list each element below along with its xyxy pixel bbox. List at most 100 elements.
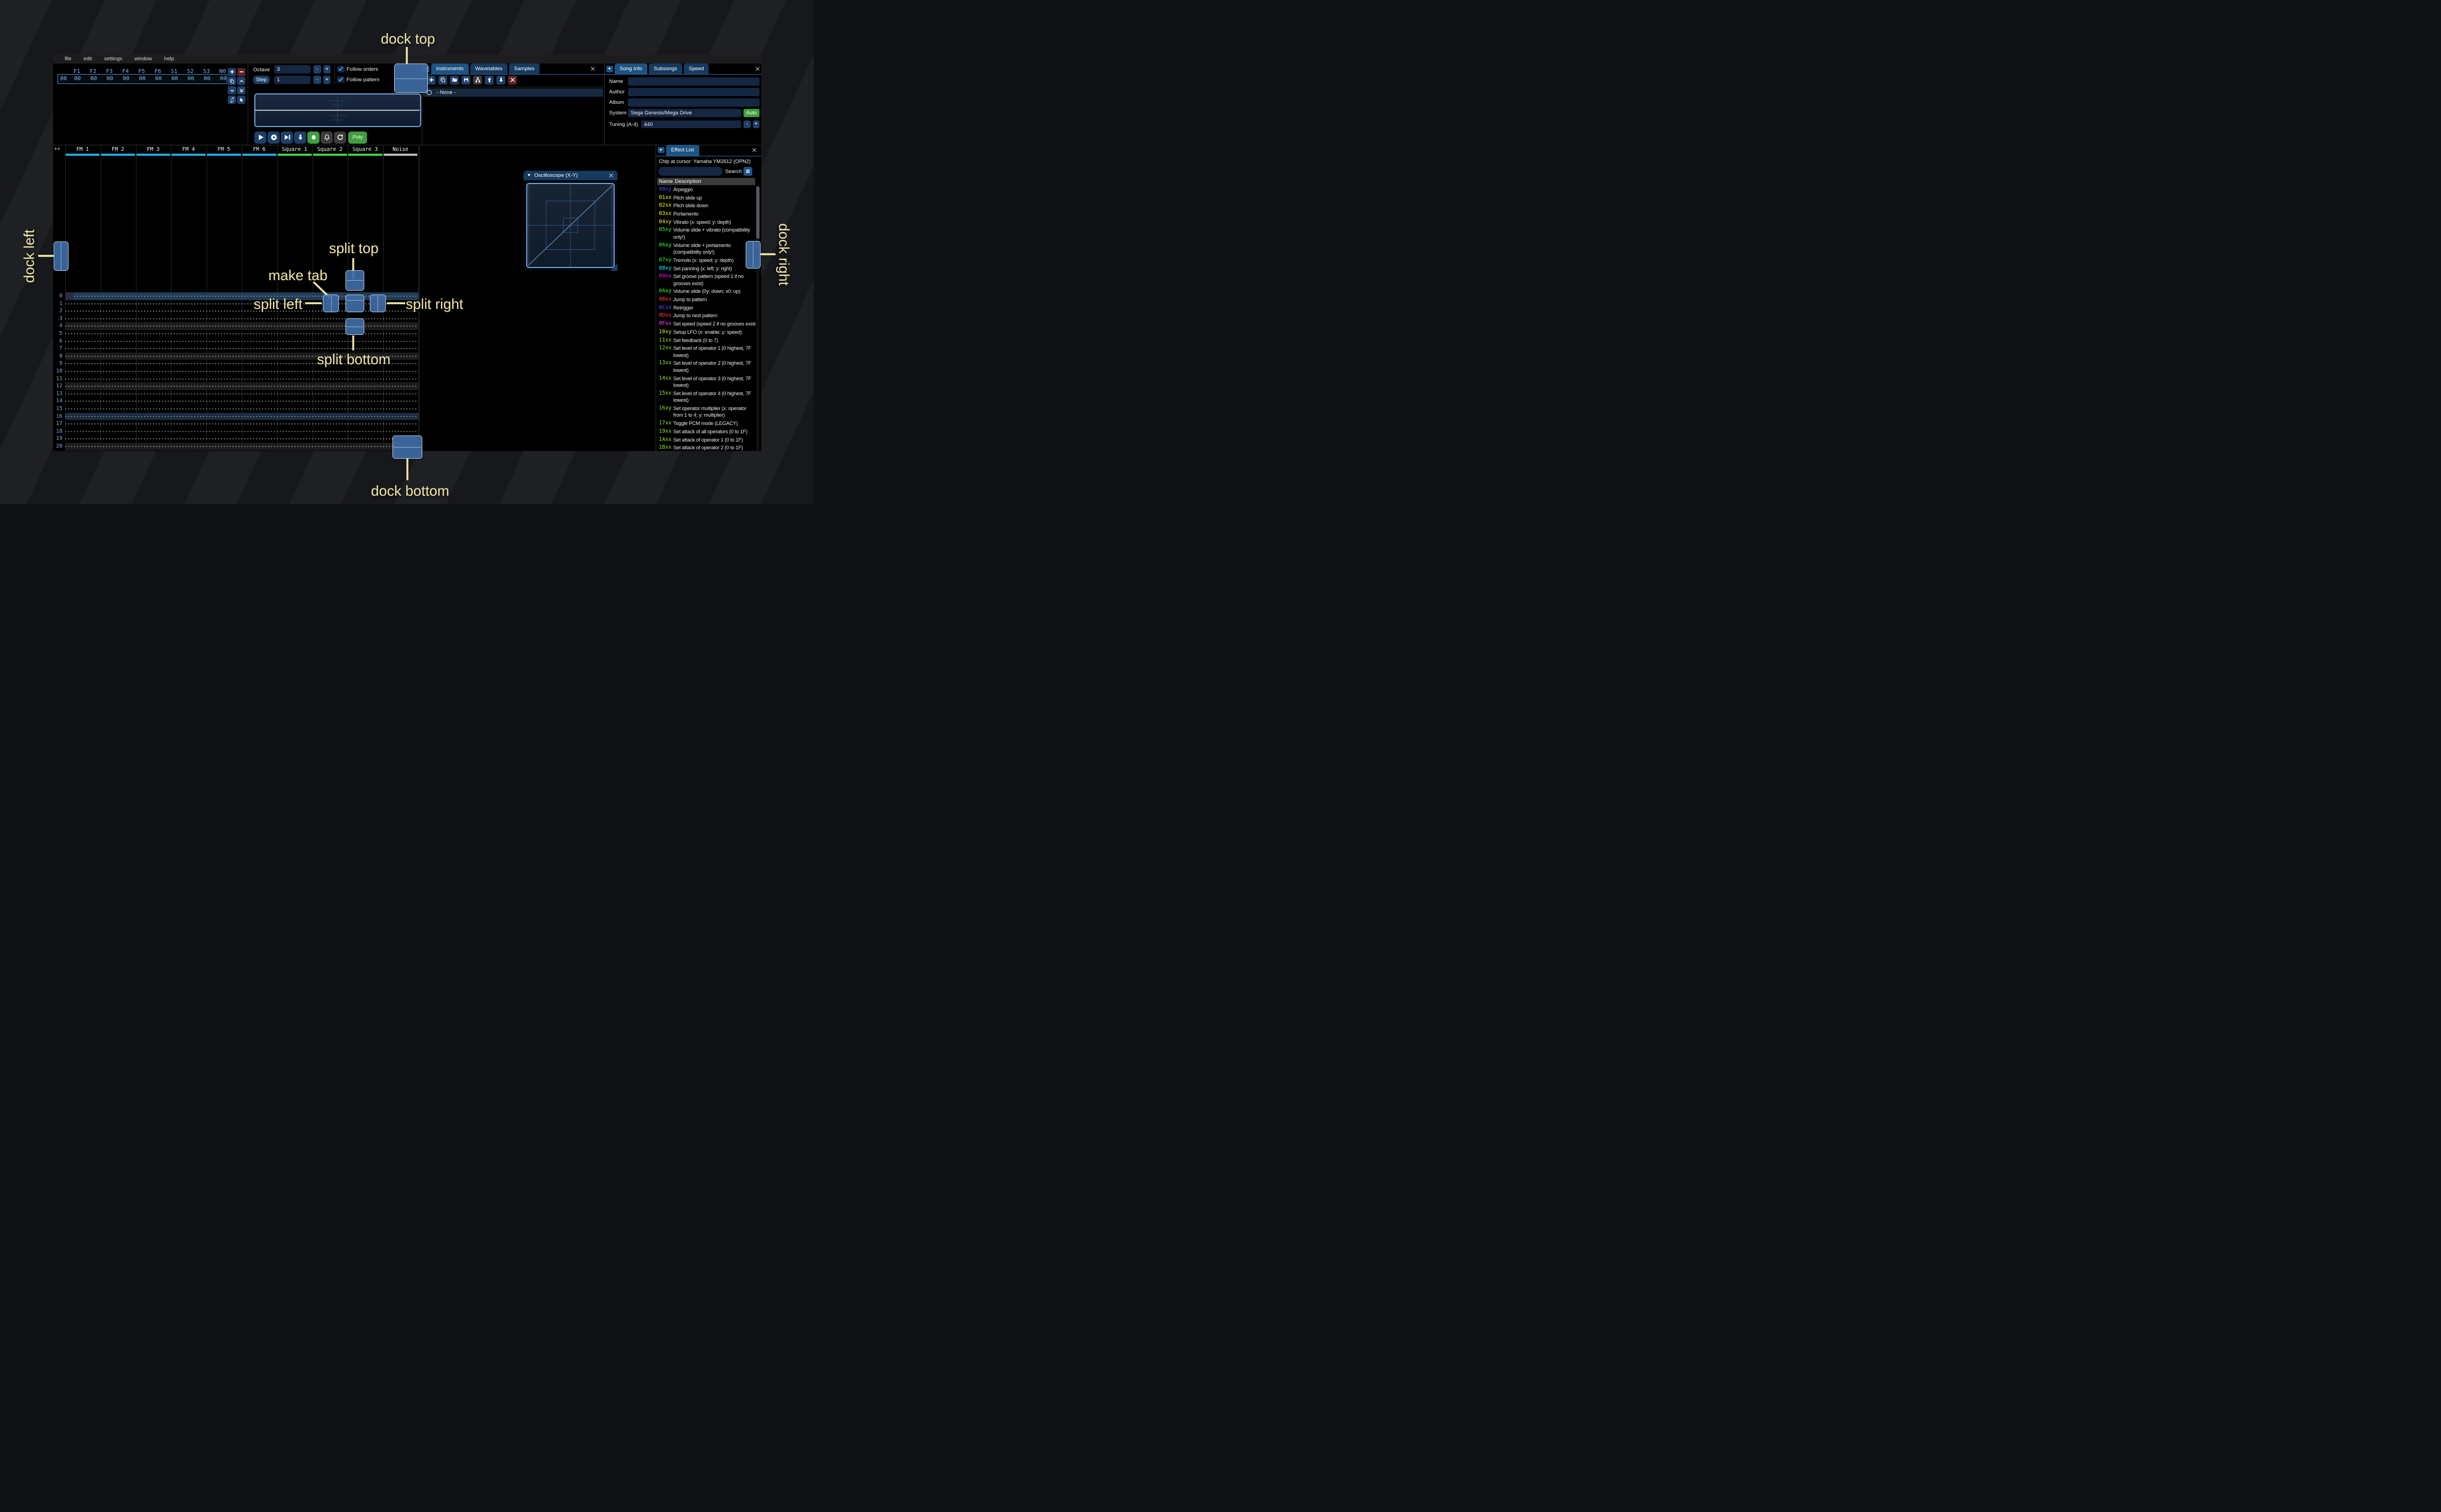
- pattern-cell[interactable]: [241, 427, 277, 435]
- pattern-cell[interactable]: [171, 427, 207, 435]
- pattern-cell[interactable]: [100, 443, 136, 450]
- pattern-cell[interactable]: [171, 330, 207, 338]
- pattern-cell[interactable]: [206, 314, 242, 323]
- effect-entry[interactable]: 07xy Tremolo (x: speed; y: depth): [657, 257, 756, 264]
- duplicate-order-button[interactable]: [228, 77, 236, 86]
- save-instrument-button[interactable]: [462, 75, 471, 85]
- pattern-cell[interactable]: [65, 427, 101, 435]
- pattern-cell[interactable]: [241, 337, 277, 345]
- tab-instruments[interactable]: Instruments: [431, 64, 469, 74]
- pattern-cell[interactable]: [171, 337, 207, 345]
- pattern-cell[interactable]: [276, 427, 312, 435]
- duplicate-instrument-button[interactable]: [438, 75, 448, 85]
- pattern-cell[interactable]: [100, 368, 136, 375]
- pattern-cell[interactable]: [276, 435, 312, 443]
- pattern-cell[interactable]: [100, 435, 136, 443]
- pattern-cell[interactable]: [171, 292, 207, 300]
- step-plus-button[interactable]: +: [323, 76, 331, 84]
- pattern-cell[interactable]: [383, 420, 418, 428]
- pattern-cell[interactable]: [65, 435, 101, 443]
- pattern-cell[interactable]: [100, 345, 136, 353]
- pattern-cell[interactable]: [383, 382, 418, 390]
- pattern-cell[interactable]: [276, 368, 312, 375]
- pattern-cell[interactable]: [312, 314, 348, 323]
- pattern-cell[interactable]: [347, 405, 383, 413]
- pattern-cell[interactable]: [312, 397, 348, 405]
- pattern-cell[interactable]: [312, 427, 348, 435]
- pattern-cell[interactable]: [276, 314, 312, 323]
- effect-entry[interactable]: 0Axy Volume slide (0y: down; x0: up): [657, 288, 756, 295]
- pattern-cell[interactable]: [171, 435, 207, 443]
- pattern-cell[interactable]: [65, 382, 101, 390]
- pattern-cell[interactable]: [206, 330, 242, 338]
- pattern-cell[interactable]: [135, 345, 171, 353]
- pattern-cell[interactable]: [276, 443, 312, 450]
- pattern-cell[interactable]: [206, 412, 242, 421]
- album-input[interactable]: [628, 98, 759, 107]
- pattern-cell[interactable]: [276, 405, 312, 413]
- effect-entry[interactable]: 0Bxx Jump to pattern: [657, 296, 756, 303]
- play-repeat-button[interactable]: [268, 131, 280, 144]
- pattern-cell[interactable]: [312, 337, 348, 345]
- effect-entry[interactable]: 06xy Volume slide + portamento (compatibil…: [657, 242, 756, 256]
- pattern-cell[interactable]: [206, 397, 242, 405]
- pattern-cell[interactable]: [383, 368, 418, 375]
- pattern-cell[interactable]: [206, 360, 242, 368]
- menu-window[interactable]: window: [128, 55, 158, 64]
- name-input[interactable]: [628, 77, 759, 86]
- oscilloscope-xy-window[interactable]: Oscilloscope (X-Y): [523, 170, 617, 271]
- move-order-up-button[interactable]: [237, 77, 246, 86]
- follow-pattern-checkbox[interactable]: [337, 76, 344, 83]
- pattern-cell[interactable]: [100, 405, 136, 413]
- pattern-cell[interactable]: [312, 443, 348, 450]
- pattern-cell[interactable]: [241, 405, 277, 413]
- pattern-cell[interactable]: [171, 352, 207, 360]
- play-from-cursor-button[interactable]: [281, 131, 293, 144]
- pattern-cell[interactable]: [206, 382, 242, 390]
- channel-header-square-1[interactable]: Square 1: [277, 146, 312, 156]
- pattern-cell[interactable]: [100, 300, 136, 308]
- pattern-cell[interactable]: [206, 435, 242, 443]
- pattern-cell[interactable]: [171, 390, 207, 398]
- channel-header-square-3[interactable]: Square 3: [348, 146, 383, 156]
- pattern-cell[interactable]: [347, 375, 383, 383]
- resize-grip[interactable]: [610, 263, 617, 271]
- pattern-cell[interactable]: [65, 450, 101, 451]
- pattern-cell[interactable]: [276, 352, 312, 360]
- effect-entry[interactable]: 13xx Set level of operator 2 (0 highest, …: [657, 360, 756, 374]
- pattern-cell[interactable]: [100, 352, 136, 360]
- pattern-cell[interactable]: [312, 330, 348, 338]
- instrument-type-button[interactable]: [473, 75, 483, 85]
- effect-entry[interactable]: 17xx Toggle PCM mode (LEGACY): [657, 420, 756, 427]
- pattern-cell[interactable]: [100, 330, 136, 338]
- menu-edit[interactable]: edit: [77, 55, 98, 64]
- split-bottom-target[interactable]: [345, 318, 364, 335]
- pattern-cell[interactable]: [312, 368, 348, 375]
- pattern-cell[interactable]: [65, 368, 101, 375]
- pattern-cell[interactable]: [276, 375, 312, 383]
- tab-song-info[interactable]: Song Info: [615, 64, 647, 74]
- triangle-down-icon[interactable]: [527, 173, 531, 177]
- pattern-cell[interactable]: [241, 368, 277, 375]
- effect-entry[interactable]: 19xx Set attack of all operators (0 to 1F…: [657, 428, 756, 435]
- pattern-cell[interactable]: [171, 360, 207, 368]
- pattern-cell[interactable]: [241, 330, 277, 338]
- oscilloscope-xy-titlebar[interactable]: Oscilloscope (X-Y): [523, 170, 617, 180]
- pattern-cell[interactable]: [383, 314, 418, 323]
- pattern-cell[interactable]: [347, 427, 383, 435]
- pattern-cell[interactable]: [135, 360, 171, 368]
- pattern-cell[interactable]: [65, 322, 101, 330]
- add-instrument-button[interactable]: [427, 75, 436, 85]
- pattern-cell[interactable]: [171, 412, 207, 421]
- move-order-down-button[interactable]: [228, 86, 236, 95]
- pattern-cell[interactable]: [65, 330, 101, 338]
- dock-right-target[interactable]: [746, 240, 761, 269]
- pattern-cell[interactable]: [241, 412, 277, 421]
- metronome-button[interactable]: [321, 131, 333, 144]
- pattern-cell[interactable]: [347, 390, 383, 398]
- step-minus-button[interactable]: -: [313, 76, 321, 84]
- tab-speed[interactable]: Speed: [683, 64, 709, 74]
- effect-entry[interactable]: 16xy Set operator multiplier (x: operator…: [657, 405, 756, 419]
- pattern-cell[interactable]: [276, 330, 312, 338]
- effect-entry[interactable]: 04xy Vibrato (x: speed; y: depth): [657, 219, 756, 226]
